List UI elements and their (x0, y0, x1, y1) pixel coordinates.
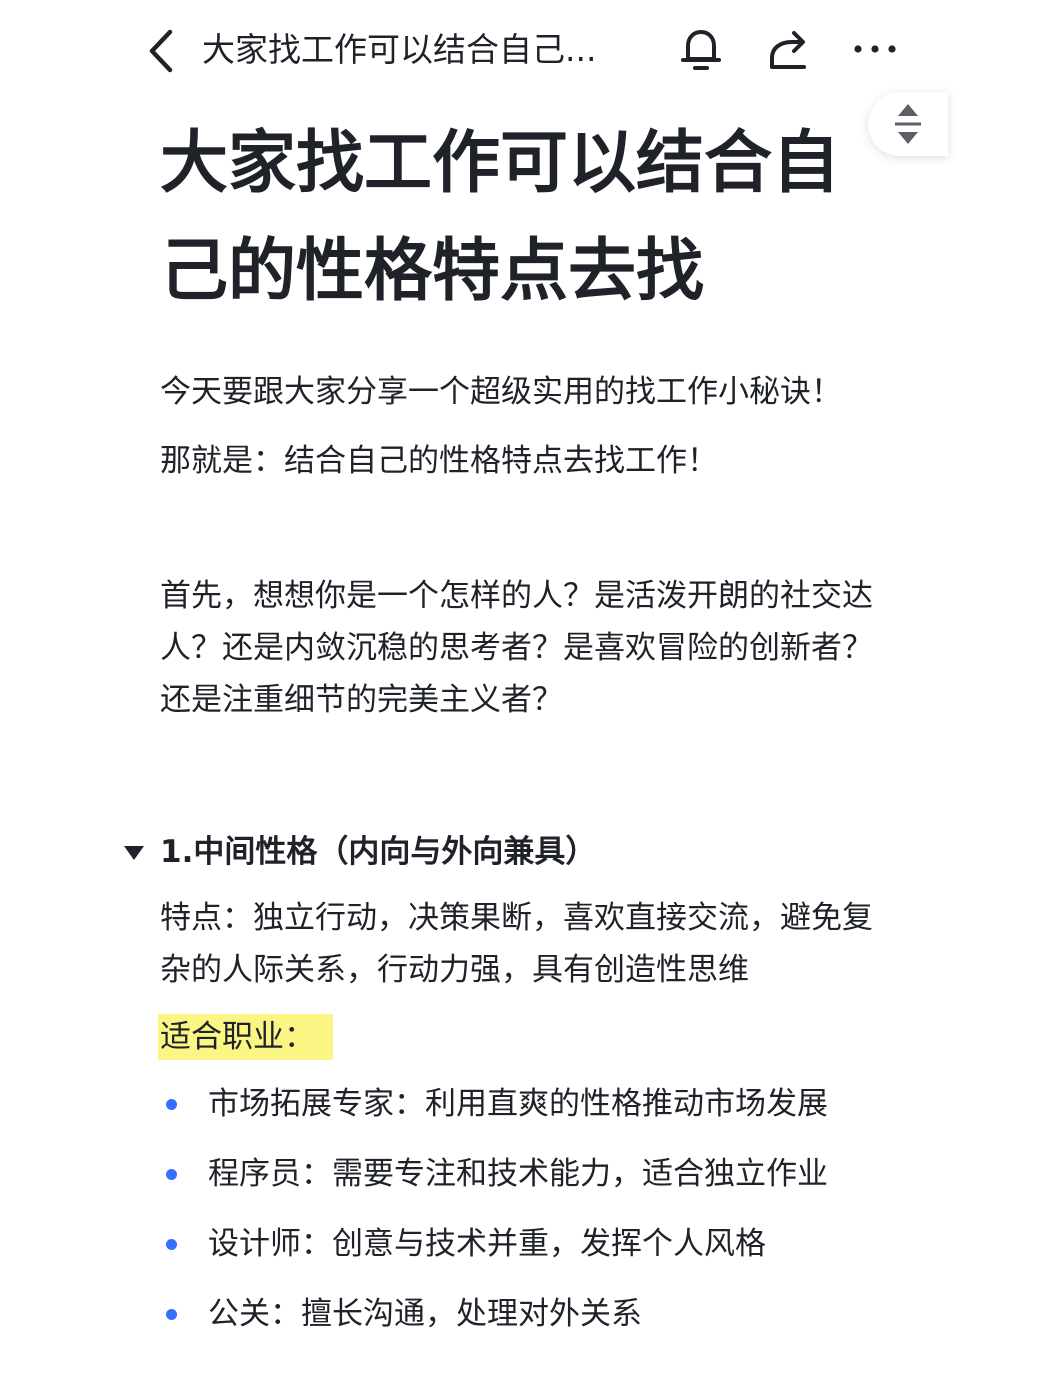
list-item: 程序员：需要专注和技术能力，适合独立作业 (160, 1148, 880, 1218)
question-paragraph: 首先，想想你是一个怎样的人？是活泼开朗的社交达人？还是内敛沉稳的思考者？是喜欢冒… (160, 578, 873, 718)
list-item: 市场拓展专家：利用直爽的性格推动市场发展 (160, 1078, 880, 1148)
section-heading: 1.中间性格（内向与外向兼具） (160, 834, 597, 870)
intro-paragraph-1: 今天要跟大家分享一个超级实用的找工作小秘诀！ (160, 374, 842, 410)
job-item-text: 设计师：创意与技术并重，发挥个人风格 (208, 1226, 766, 1262)
collapse-expand-icon (895, 104, 921, 144)
more-icon[interactable] (850, 24, 900, 74)
bullet-dot-icon (166, 1169, 177, 1180)
list-item: 设计师：创意与技术并重，发挥个人风格 (160, 1218, 880, 1288)
traits-paragraph: 特点：独立行动，决策果断，喜欢直接交流，避免复杂的人际关系，行动力强，具有创造性… (160, 900, 873, 988)
bullet-dot-icon (166, 1239, 177, 1250)
collapse-triangle-icon[interactable] (120, 842, 148, 864)
bullet-dot-icon (166, 1099, 177, 1110)
nav-title: 大家找工作可以结合自己... (202, 30, 597, 69)
top-navigation-bar: 大家找工作可以结合自己... (0, 0, 1037, 100)
document-title: 大家找工作可以结合自己的性格特点去找 (160, 124, 841, 311)
list-item: 公关：擅长沟通，处理对外关系 (160, 1288, 880, 1358)
job-item-text: 市场拓展专家：利用直爽的性格推动市场发展 (208, 1086, 828, 1122)
section-heading-row[interactable]: 1.中间性格（内向与外向兼具） (120, 826, 880, 878)
job-item-text: 公关：擅长沟通，处理对外关系 (208, 1296, 642, 1332)
collapse-expand-button[interactable] (868, 92, 948, 156)
job-list: 市场拓展专家：利用直爽的性格推动市场发展 程序员：需要专注和技术能力，适合独立作… (160, 1078, 880, 1358)
suitable-jobs-label: 适合职业： (158, 1014, 333, 1060)
bullet-dot-icon (166, 1309, 177, 1320)
job-item-text: 程序员：需要专注和技术能力，适合独立作业 (208, 1156, 828, 1192)
back-chevron-icon[interactable] (140, 26, 186, 76)
share-icon[interactable] (764, 24, 814, 74)
intro-paragraph-2: 那就是：结合自己的性格特点去找工作！ (160, 443, 718, 479)
bell-icon[interactable] (676, 24, 726, 74)
